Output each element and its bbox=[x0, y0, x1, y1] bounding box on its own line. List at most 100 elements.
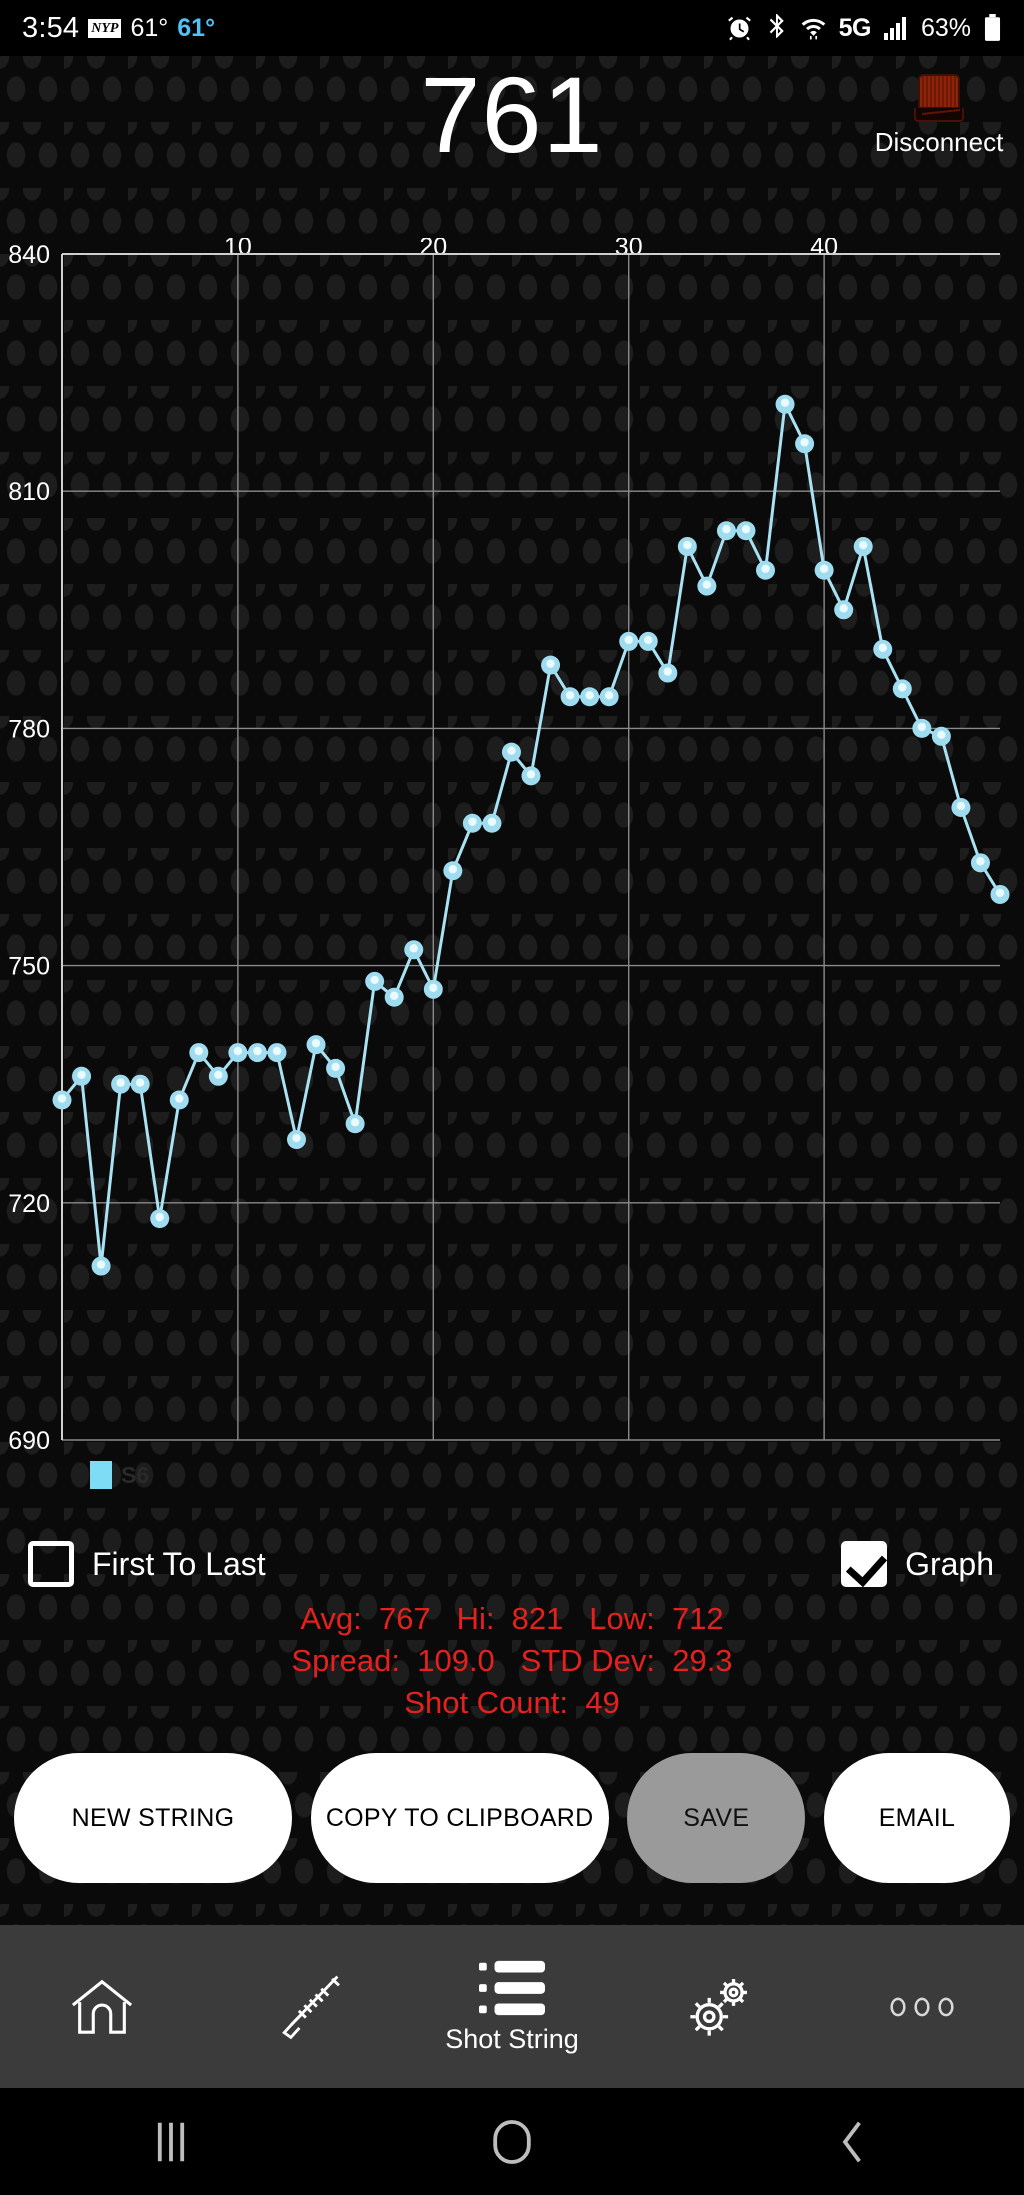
data-point-core bbox=[77, 1070, 86, 1079]
data-point-core bbox=[175, 1094, 184, 1103]
legend-label: S6 bbox=[121, 1461, 150, 1488]
alarm-icon bbox=[726, 15, 753, 42]
y-axis-tick-label: 720 bbox=[8, 1190, 50, 1218]
data-point-core bbox=[741, 525, 751, 534]
data-point-core bbox=[644, 635, 653, 645]
first-to-last-checkbox-box[interactable] bbox=[28, 1541, 74, 1587]
data-point-core bbox=[761, 564, 770, 573]
x-axis-tick-label: 40 bbox=[810, 238, 838, 261]
data-point-core bbox=[116, 1078, 125, 1087]
y-axis-tick-label: 780 bbox=[8, 715, 50, 743]
recents-icon bbox=[154, 2118, 188, 2166]
data-point-core bbox=[839, 604, 848, 613]
data-point-core bbox=[624, 635, 633, 645]
series-line bbox=[60, 399, 1002, 1267]
temperature-secondary: 61° bbox=[177, 13, 216, 42]
android-navigation-bar bbox=[0, 2088, 1024, 2195]
back-button[interactable] bbox=[683, 2118, 1024, 2166]
save-button[interactable]: SAVE bbox=[627, 1753, 806, 1883]
tab-shot-string-label: Shot String bbox=[445, 2024, 579, 2054]
home-button[interactable] bbox=[341, 2118, 682, 2166]
stats-line-spread: Spread: 109.0 STD Dev: 29.3 bbox=[291, 1643, 733, 1678]
data-point-core bbox=[311, 1038, 321, 1048]
first-to-last-checkbox[interactable]: First To Last bbox=[28, 1541, 266, 1587]
data-point-core bbox=[995, 888, 1005, 898]
data-point-core bbox=[604, 691, 614, 700]
tab-settings[interactable] bbox=[614, 1925, 819, 2088]
graph-label: Graph bbox=[905, 1545, 994, 1582]
header: 761 Disconnect bbox=[0, 54, 1024, 238]
tab-rifle[interactable] bbox=[205, 1925, 410, 2088]
data-point-core bbox=[898, 683, 907, 692]
overflow-dots-icon bbox=[889, 1995, 955, 2019]
data-point-core bbox=[819, 564, 829, 573]
data-point-core bbox=[917, 722, 927, 732]
data-point-core bbox=[780, 398, 790, 407]
app-root: 3:54 NYP 61° 61° 5G 63% 761 Disconnect 8… bbox=[0, 0, 1024, 2195]
temperature-primary: 61° bbox=[130, 13, 169, 42]
data-point-core bbox=[663, 667, 672, 676]
data-point-core bbox=[976, 857, 985, 866]
home-icon bbox=[67, 1974, 137, 2040]
data-point-core bbox=[429, 983, 438, 993]
tab-home[interactable] bbox=[0, 1925, 205, 2088]
data-point-core bbox=[331, 1062, 340, 1072]
data-point-core bbox=[702, 580, 712, 589]
shot-string-chart[interactable]: 840 810 780 750 720 690 10 20 30 40 S6 bbox=[0, 238, 1024, 1500]
news-badge-icon: NYP bbox=[88, 18, 122, 38]
data-point-core bbox=[135, 1078, 145, 1087]
stats-line-averages: Avg: 767 Hi: 821 Low: 712 bbox=[300, 1601, 724, 1636]
disconnect-button[interactable]: Disconnect bbox=[864, 74, 1014, 158]
bluetooth-icon bbox=[765, 13, 788, 43]
x-axis-tick-label: 30 bbox=[615, 238, 643, 261]
back-chevron-icon bbox=[837, 2118, 869, 2166]
data-point-core bbox=[468, 817, 477, 826]
statistics-block: Avg: 767 Hi: 821 Low: 712 Spread: 109.0 … bbox=[0, 1598, 1024, 1724]
chronograph-device-icon bbox=[914, 74, 964, 122]
bottom-tab-bar: Shot String bbox=[0, 1925, 1024, 2088]
chart-options-row: First To Last Graph bbox=[0, 1530, 1024, 1598]
email-button[interactable]: EMAIL bbox=[823, 1753, 1010, 1883]
data-point-core bbox=[956, 801, 966, 811]
data-point-core bbox=[585, 691, 594, 700]
data-point-core bbox=[448, 865, 458, 874]
data-point-core bbox=[214, 1070, 223, 1079]
chart-legend: S6 bbox=[90, 1461, 149, 1489]
data-point-core bbox=[233, 1046, 243, 1056]
status-bar-right: 5G 63% bbox=[726, 13, 1002, 43]
tab-shot-string[interactable]: Shot String bbox=[410, 1925, 615, 2088]
data-point-core bbox=[253, 1046, 262, 1056]
data-point-core bbox=[272, 1046, 282, 1056]
data-point-core bbox=[390, 991, 399, 1000]
data-point-core bbox=[722, 525, 731, 534]
y-axis-tick-label: 750 bbox=[8, 953, 50, 981]
status-bar-left: 3:54 NYP 61° 61° bbox=[22, 12, 215, 45]
action-button-row: NEW STRING COPY TO CLIPBOARD SAVE EMAIL bbox=[0, 1748, 1024, 1888]
data-point-core bbox=[565, 691, 575, 700]
disconnect-label: Disconnect bbox=[874, 127, 1004, 157]
recents-button[interactable] bbox=[0, 2118, 341, 2166]
data-point-core bbox=[96, 1260, 106, 1269]
tab-more[interactable] bbox=[819, 1925, 1024, 2088]
graph-checkbox-box[interactable] bbox=[841, 1541, 888, 1587]
wifi-icon bbox=[800, 14, 827, 42]
data-point-core bbox=[546, 659, 555, 668]
data-point-core bbox=[57, 1094, 67, 1103]
x-axis-tick-label: 10 bbox=[224, 238, 252, 261]
list-icon bbox=[478, 1958, 545, 2018]
data-point-core bbox=[409, 944, 418, 953]
new-string-button[interactable]: NEW STRING bbox=[14, 1753, 292, 1883]
data-point-core bbox=[350, 1118, 360, 1127]
y-axis-tick-label: 690 bbox=[8, 1427, 50, 1455]
chart-canvas: 840 810 780 750 720 690 10 20 30 40 bbox=[8, 238, 1010, 1455]
data-point-core bbox=[370, 975, 379, 985]
data-point-core bbox=[487, 817, 497, 826]
data-point-core bbox=[859, 540, 868, 550]
data-point-core bbox=[155, 1212, 164, 1222]
battery-percent-label: 63% bbox=[920, 13, 971, 42]
copy-to-clipboard-button[interactable]: COPY TO CLIPBOARD bbox=[310, 1753, 609, 1883]
first-to-last-label: First To Last bbox=[92, 1545, 266, 1582]
graph-checkbox[interactable]: Graph bbox=[841, 1541, 994, 1587]
data-point-core bbox=[292, 1133, 301, 1143]
battery-icon bbox=[983, 14, 1002, 42]
